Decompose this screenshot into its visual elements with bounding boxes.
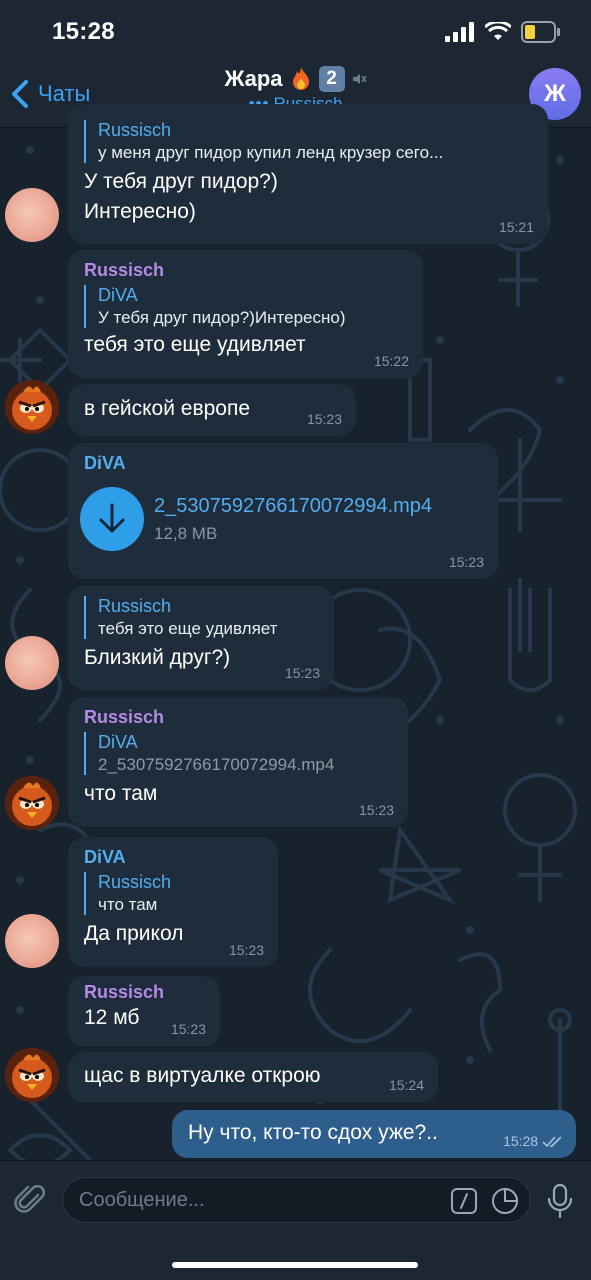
- status-time: 15:28: [52, 18, 115, 45]
- avatar[interactable]: [5, 380, 59, 434]
- message-text: в гейской европе: [84, 397, 251, 420]
- message-bubble[interactable]: Russisch DiVA 2_5307592766170072994.mp4 …: [68, 697, 408, 827]
- angry-bird-avatar-icon: [5, 380, 59, 434]
- message-time: 15:22: [373, 353, 409, 369]
- reply-quote[interactable]: DiVA 2_5307592766170072994.mp4: [84, 732, 392, 775]
- sender-name[interactable]: Russisch: [84, 260, 407, 281]
- reply-quote[interactable]: DiVA У тебя друг пидор?)Интересно): [84, 285, 407, 328]
- microphone-icon[interactable]: [546, 1183, 574, 1219]
- avatar[interactable]: [5, 636, 59, 690]
- message-time: 15:23: [358, 802, 394, 818]
- message-text: тебя это еще удивляет: [84, 333, 306, 356]
- wifi-icon: [485, 22, 511, 40]
- fire-icon: [292, 67, 309, 90]
- message-time: 15:24: [388, 1077, 424, 1093]
- sender-name[interactable]: DiVA: [84, 847, 262, 868]
- message-bubble[interactable]: Russisch у меня друг пидор купил ленд кр…: [68, 104, 548, 244]
- sender-name[interactable]: Russisch: [84, 707, 392, 728]
- sticker-icon[interactable]: [490, 1186, 520, 1216]
- signal-icon: [445, 22, 474, 42]
- reply-sender: Russisch: [98, 596, 172, 616]
- avatar[interactable]: [5, 188, 59, 242]
- message-time: 15:21: [498, 219, 534, 235]
- number-badge: 2: [318, 66, 345, 92]
- reply-text: 2_5307592766170072994.mp4: [98, 755, 335, 774]
- message-bubble[interactable]: Russisch тебя это еще удивляет Близкий д…: [68, 586, 334, 690]
- message-time: 15:23: [306, 411, 342, 427]
- message-time: 15:23: [284, 665, 320, 681]
- reply-text: что там: [98, 895, 158, 914]
- reply-sender: DiVA: [98, 732, 138, 752]
- message-text: что там: [84, 782, 158, 805]
- message-time: 15:23: [228, 942, 264, 958]
- message-time: 15:23: [448, 554, 484, 570]
- reply-text: У тебя друг пидор?)Интересно): [98, 308, 346, 327]
- sender-name[interactable]: DiVA: [84, 453, 482, 474]
- avatar[interactable]: [5, 1048, 59, 1102]
- avatar[interactable]: [5, 776, 59, 830]
- reply-text: у меня друг пидор купил ленд крузер сего…: [98, 143, 444, 162]
- message-bubble[interactable]: в гейской европе 15:23: [68, 384, 356, 436]
- message-text: У тебя друг пидор?): [84, 170, 278, 193]
- message-text: Интересно): [84, 200, 196, 223]
- message-bubble[interactable]: щас в виртуалке открою 15:24: [68, 1052, 438, 1102]
- angry-bird-avatar-icon: [5, 1048, 59, 1102]
- status-icons: [445, 20, 561, 44]
- download-button[interactable]: [80, 487, 144, 551]
- reply-quote[interactable]: Russisch тебя это еще удивляет: [84, 596, 318, 639]
- message-bubble[interactable]: DiVA Russisch что там Да прикол 15:23: [68, 837, 278, 967]
- arrow-down-icon: [99, 503, 125, 533]
- reply-quote[interactable]: Russisch что там: [84, 872, 262, 915]
- bot-command-icon[interactable]: [450, 1187, 478, 1215]
- reply-sender: Russisch: [98, 120, 172, 140]
- message-time: 15:23: [170, 1021, 206, 1037]
- status-bar: 15:28: [0, 0, 591, 62]
- message-bubble[interactable]: Russisch 12 мб 15:23: [68, 976, 220, 1046]
- reply-text: тебя это еще удивляет: [98, 619, 278, 638]
- message-text: щас в виртуалке открою: [84, 1064, 321, 1087]
- double-check-icon: [542, 1136, 562, 1148]
- file-message[interactable]: DiVA 2_5307592766170072994.mp4 12,8 MB 1…: [68, 443, 498, 579]
- file-name[interactable]: 2_5307592766170072994.mp4: [154, 495, 432, 518]
- message-time: 15:28: [503, 1133, 564, 1149]
- paperclip-icon[interactable]: [14, 1183, 48, 1217]
- message-text: Близкий друг?): [84, 646, 231, 669]
- message-bubble[interactable]: Russisch DiVA У тебя друг пидор?)Интерес…: [68, 250, 423, 378]
- angry-bird-avatar-icon: [5, 776, 59, 830]
- battery-icon: [521, 21, 560, 43]
- file-size: 12,8 MB: [154, 524, 218, 543]
- reply-sender: Russisch: [98, 872, 172, 892]
- sender-name[interactable]: Russisch: [84, 982, 204, 1003]
- reply-sender: DiVA: [98, 285, 138, 305]
- reply-quote[interactable]: Russisch у меня друг пидор купил ленд кр…: [84, 120, 532, 163]
- avatar[interactable]: [5, 914, 59, 968]
- chat-title: Жара: [224, 66, 283, 91]
- message-time-text: 15:28: [503, 1133, 539, 1149]
- outgoing-message-bubble[interactable]: Ну что, кто-то сдох уже?.. 15:28: [172, 1110, 576, 1158]
- home-indicator: [172, 1262, 418, 1268]
- mute-icon: [352, 74, 367, 84]
